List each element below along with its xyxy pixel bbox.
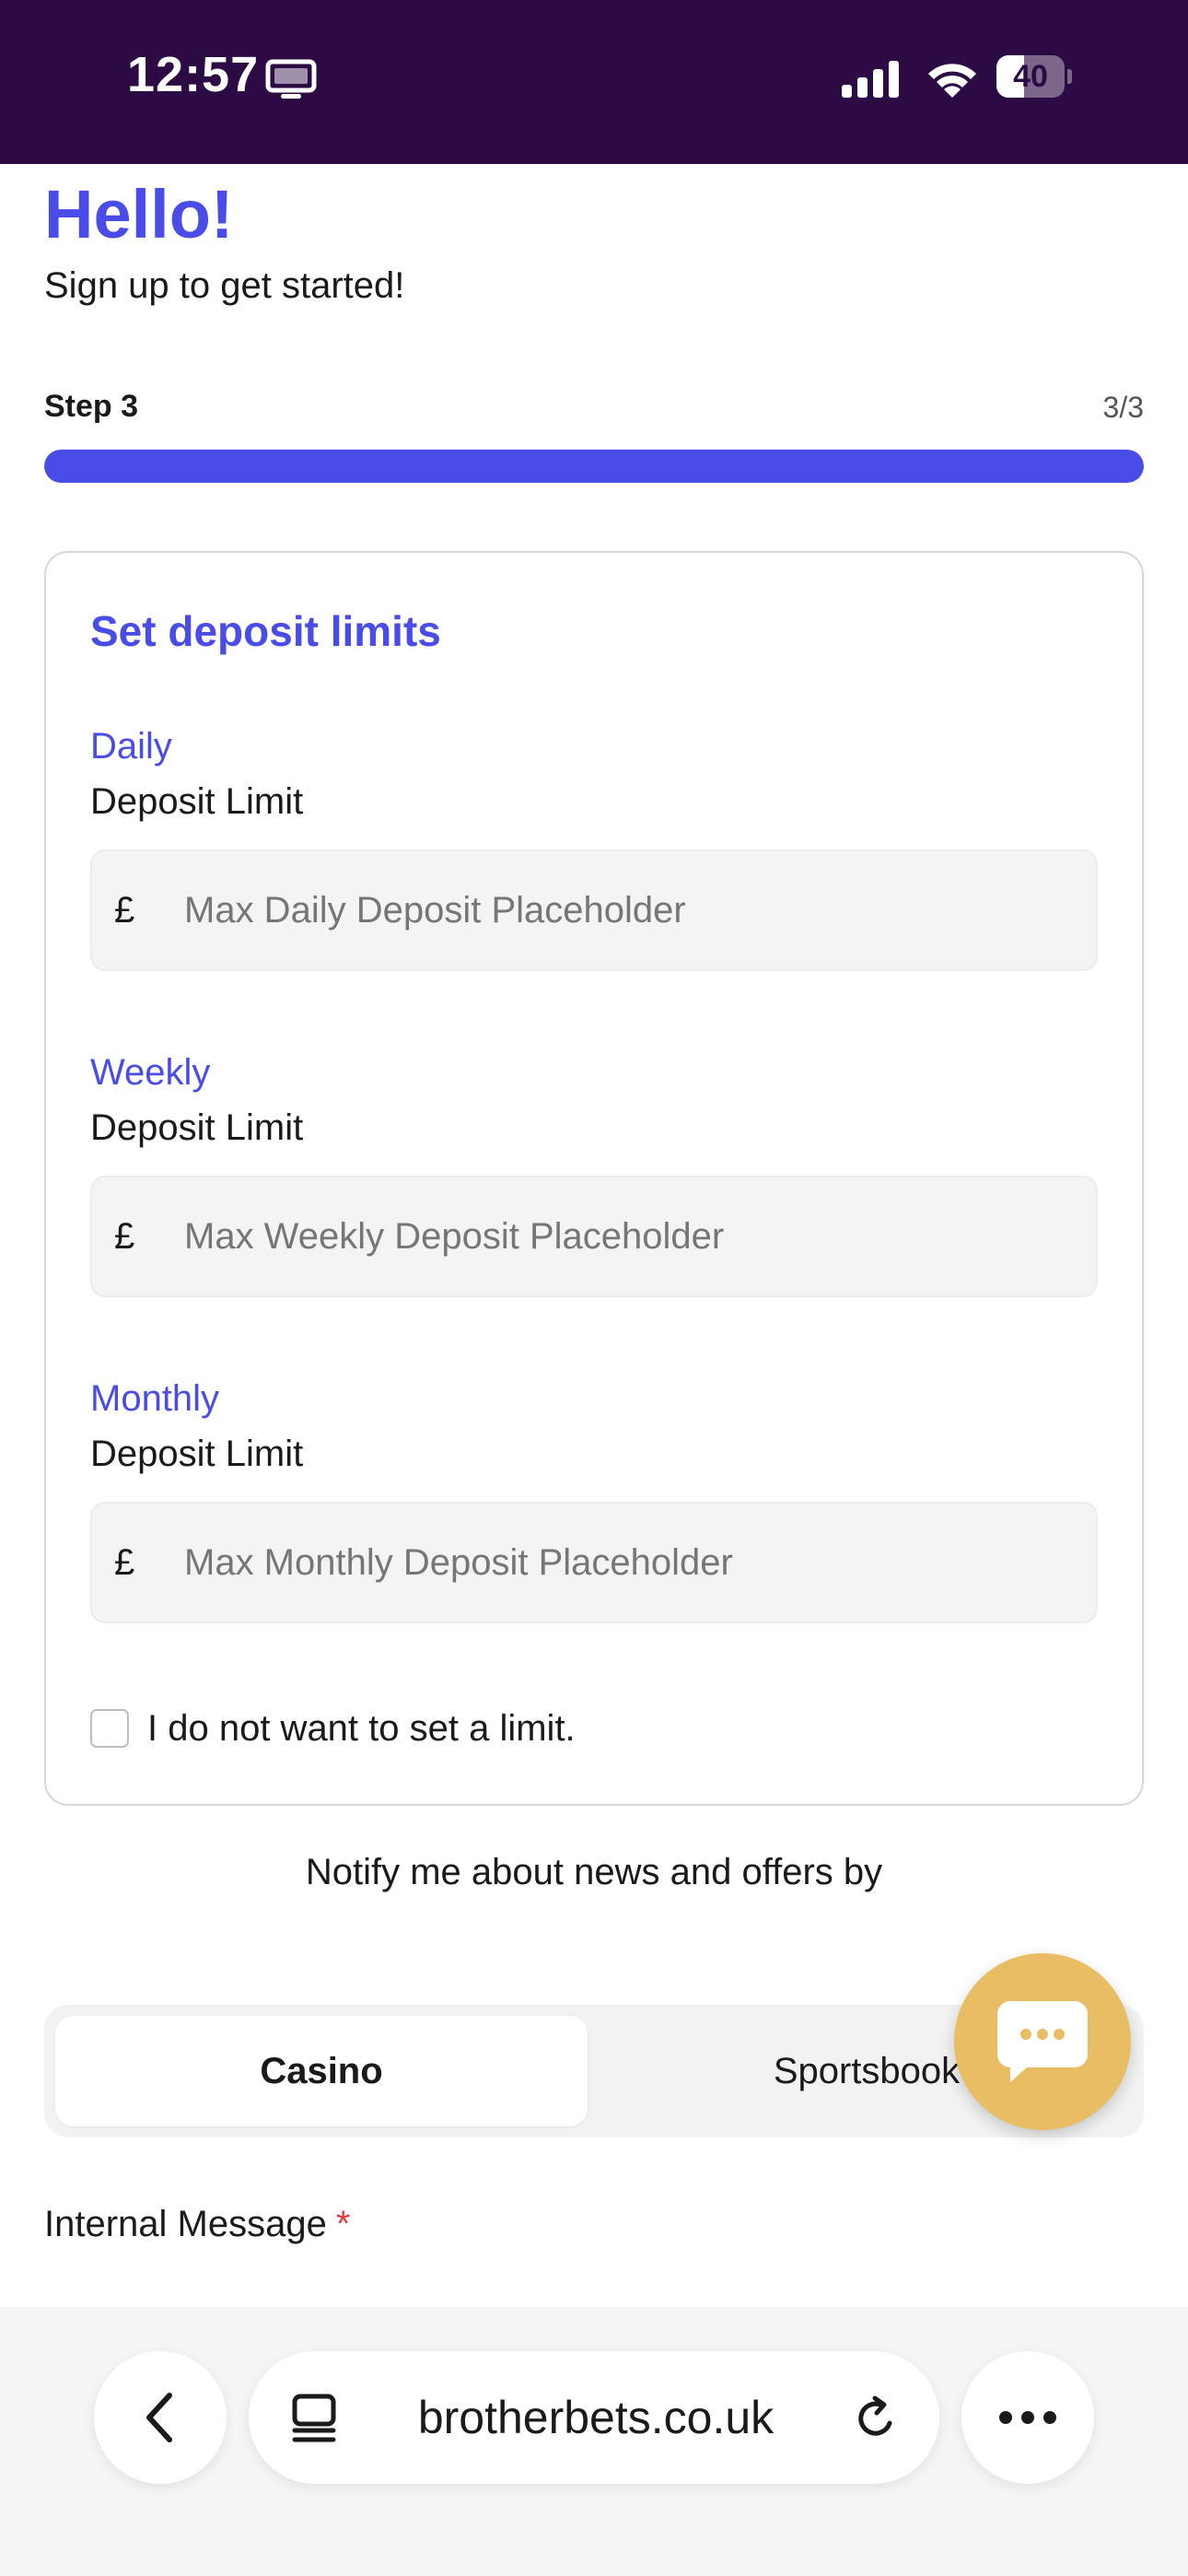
card-title: Set deposit limits [90,607,441,655]
limit-period-label: Weekly [90,1052,211,1093]
limit-period-label: Daily [90,726,172,767]
wifi-icon [924,57,981,104]
required-mark: * [335,2204,351,2244]
address-bar[interactable]: brotherbets.co.uk [249,2351,939,2484]
more-button[interactable] [961,2351,1094,2484]
daily-deposit-field[interactable]: £ [90,849,1098,971]
back-button[interactable] [94,2351,227,2484]
no-limit-label: I do not want to set a limit. [147,1707,576,1749]
no-limit-option[interactable]: I do not want to set a limit. [90,1704,576,1752]
cellular-signal-icon [840,59,904,102]
battery-icon: 40 [996,55,1072,98]
internal-message-text: Internal Message [44,2204,327,2244]
internal-message-label: Internal Message * [44,2204,350,2245]
currency-symbol: £ [114,890,135,931]
monthly-limit-group: Monthly Deposit Limit £ [90,1371,1098,1623]
limit-field-label: Deposit Limit [90,781,304,822]
monthly-deposit-field[interactable]: £ [90,1502,1098,1623]
chat-bubble-icon [997,2001,1088,2082]
currency-symbol: £ [114,1542,135,1583]
url-text: brotherbets.co.uk [417,2392,775,2443]
limit-field-label: Deposit Limit [90,1434,304,1474]
monthly-deposit-input[interactable] [184,1504,1068,1622]
reload-icon[interactable] [853,2395,899,2441]
page-title: Hello! [44,176,234,252]
page-subtitle: Sign up to get started! [44,265,405,306]
daily-deposit-input[interactable] [184,851,1068,969]
step-label: Step 3 [44,389,139,424]
more-dots-icon [999,2411,1056,2424]
deposit-limits-card: Set deposit limits Daily Deposit Limit £… [44,551,1144,1806]
progress-bar [44,450,1144,483]
daily-limit-group: Daily Deposit Limit £ [90,719,1098,971]
notify-text: Notify me about news and offers by [305,1852,883,1892]
status-time: 12:57 [127,47,260,102]
limit-field-label: Deposit Limit [90,1107,304,1148]
browser-toolbar: brotherbets.co.uk [0,2307,1188,2576]
progress-fill [44,450,1144,483]
currency-symbol: £ [114,1216,135,1257]
battery-level: 40 [1013,59,1048,94]
limit-period-label: Monthly [90,1378,220,1419]
no-limit-checkbox[interactable] [90,1709,129,1748]
weekly-deposit-field[interactable]: £ [90,1176,1098,1297]
segment-casino[interactable]: Casino [55,2016,588,2126]
weekly-limit-group: Weekly Deposit Limit £ [90,1045,1098,1297]
screen-mirroring-icon [265,59,317,104]
step-count: 3/3 [1102,391,1144,424]
chat-button[interactable] [954,1953,1131,2130]
weekly-deposit-input[interactable] [184,1177,1068,1295]
status-bar: 12:57 40 [0,0,1188,164]
back-arrow-icon [146,2393,172,2442]
